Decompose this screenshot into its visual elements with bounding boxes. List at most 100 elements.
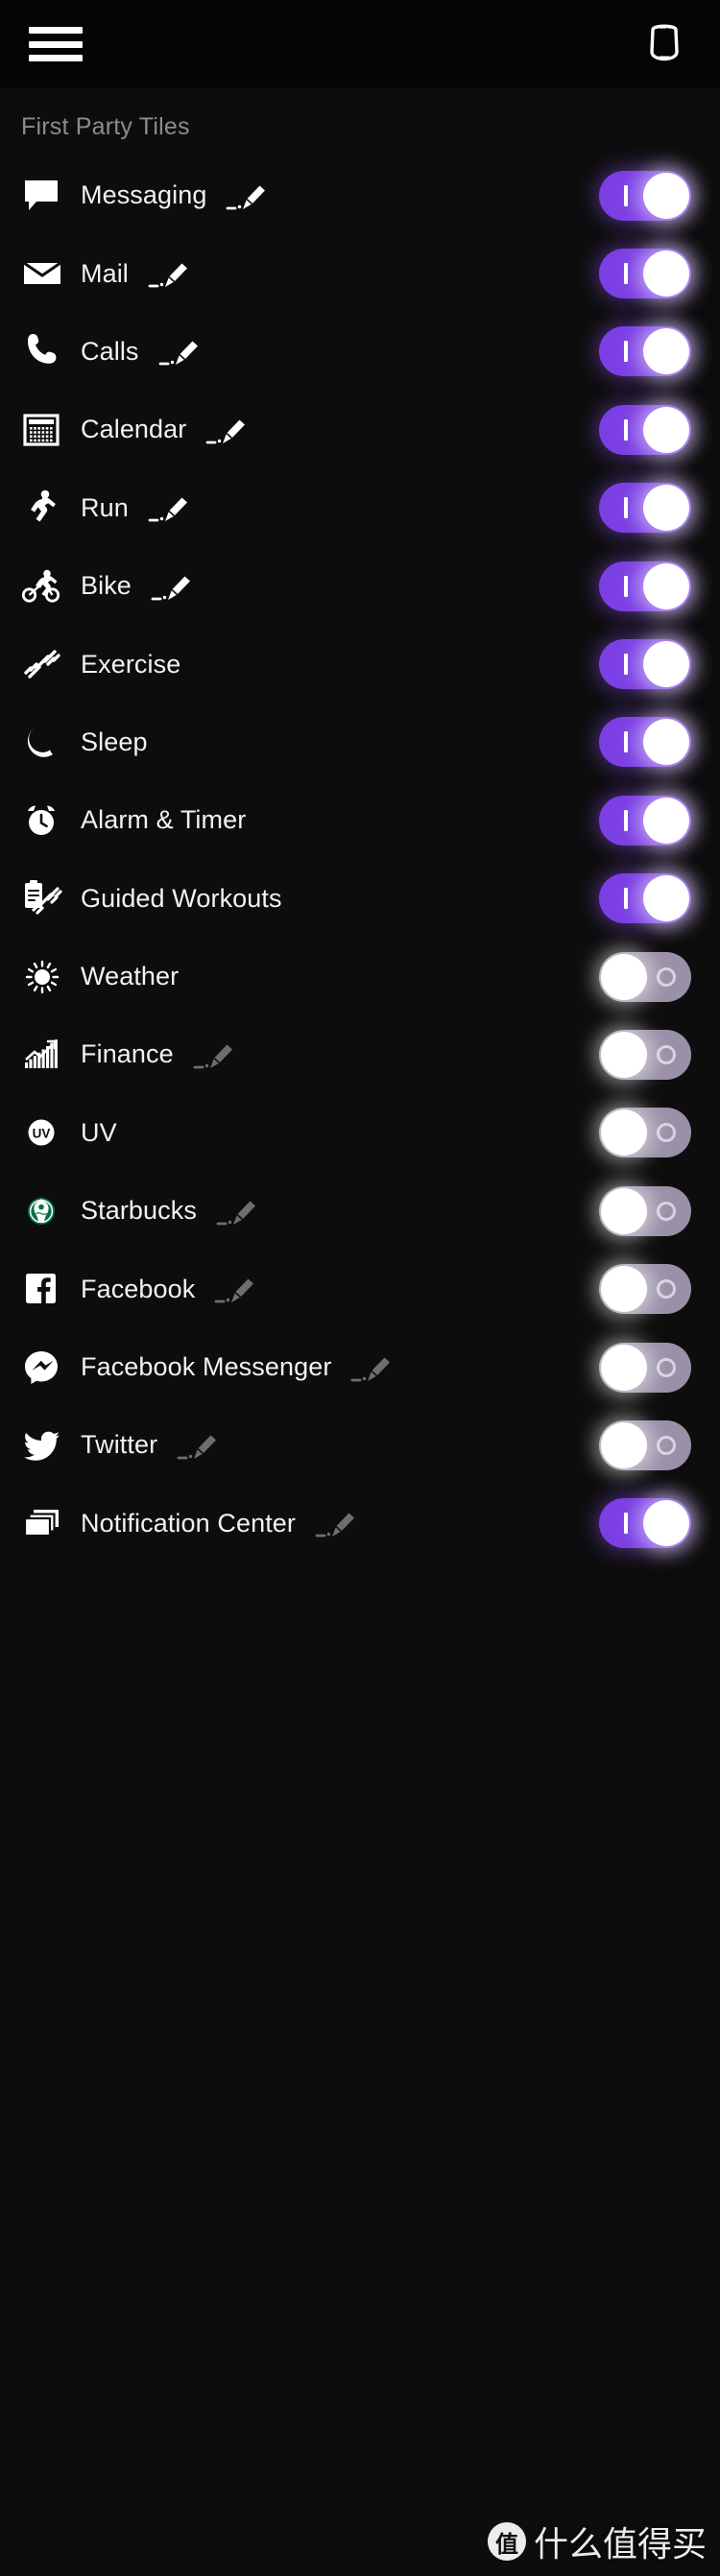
toggle-knob [643,797,689,844]
edit-pencil-icon [175,1426,219,1465]
toggle-knob [643,250,689,298]
toggle-state-glyph [657,1435,676,1455]
tile-row[interactable]: Calendar [0,391,720,468]
tile-row[interactable]: Messaging [0,156,720,234]
tile-row[interactable]: Weather [0,938,720,1015]
edit-pencil-icon [212,1270,256,1308]
edit-pencil-icon[interactable] [204,411,248,449]
tile-row[interactable]: Finance [0,1015,720,1093]
dumbbell-icon [21,639,81,689]
tile-toggle[interactable] [599,561,691,611]
tile-toggle[interactable] [599,404,691,455]
toggle-knob [601,1421,647,1468]
toggle-knob [643,875,689,922]
runner-icon [21,483,81,533]
crescent-moon-icon [21,717,81,767]
tile-label: Messaging [81,180,207,210]
svg-text:UV: UV [33,1127,51,1141]
toggle-state-glyph [657,1044,676,1064]
edit-pencil-icon[interactable] [224,177,268,215]
toggle-knob [643,562,689,609]
tile-row[interactable]: Exercise [0,625,720,703]
tile-toggle[interactable] [599,483,691,534]
tile-toggle[interactable] [599,951,691,1002]
tile-toggle[interactable] [599,1342,691,1393]
tile-toggle[interactable] [599,1029,691,1080]
sun-icon [21,952,81,1002]
calendar-icon [21,405,81,455]
hamburger-menu-icon[interactable] [29,24,83,64]
tile-label: Sleep [81,727,148,756]
toggle-state-glyph [657,1357,676,1377]
tile-toggle[interactable] [599,1185,691,1236]
toggle-state-glyph [657,1279,676,1300]
toggle-state-glyph [657,966,676,987]
alarm-clock-icon [21,796,81,846]
toggle-knob [601,1266,647,1313]
tile-toggle[interactable] [599,1419,691,1470]
message-bubble-icon [21,171,81,221]
tile-row[interactable]: Calls [0,313,720,391]
toggle-knob [643,406,689,453]
tile-row[interactable]: Starbucks [0,1172,720,1250]
toggle-state-glyph [657,1123,676,1143]
toggle-state-glyph [624,184,628,206]
toggle-state-glyph [624,1513,628,1535]
edit-pencil-icon[interactable] [146,254,190,293]
tile-toggle[interactable] [599,170,691,221]
toggle-knob [643,172,689,219]
tile-label: Calendar [81,415,187,444]
envelope-icon [21,249,81,298]
tile-toggle[interactable] [599,1498,691,1549]
tile-row[interactable]: Sleep [0,704,720,781]
tile-label: Bike [81,571,132,601]
tile-toggle[interactable] [599,795,691,846]
phone-icon [21,326,81,376]
clipboard-dumbbell-icon [21,873,81,923]
toggle-state-glyph [657,1201,676,1221]
toggle-state-glyph [624,263,628,285]
tile-label: UV [81,1117,117,1147]
tile-row[interactable]: Run [0,469,720,547]
tile-row[interactable]: Bike [0,547,720,625]
hamburger-bar [29,55,83,61]
edit-pencil-icon[interactable] [156,332,201,370]
tile-label: Starbucks [81,1196,197,1226]
section-title: First Party Tiles [21,113,190,140]
tile-row[interactable]: UV UV [0,1094,720,1172]
tile-row[interactable]: Facebook [0,1250,720,1327]
hamburger-bar [29,40,83,48]
toggle-state-glyph [624,888,628,910]
tile-row[interactable]: Mail [0,234,720,312]
toggle-state-glyph [624,341,628,363]
toggle-knob [643,641,689,688]
tile-toggle[interactable] [599,873,691,924]
edit-pencil-icon [191,1036,235,1074]
tile-row[interactable]: Guided Workouts [0,860,720,938]
tile-row[interactable]: Twitter [0,1406,720,1484]
tile-label: Notification Center [81,1508,297,1538]
facebook-logo-icon [21,1264,81,1314]
tile-label: Twitter [81,1430,158,1460]
tile-toggle[interactable] [599,717,691,768]
tile-label: Finance [81,1039,174,1069]
edit-pencil-icon[interactable] [146,489,190,527]
edit-pencil-icon[interactable] [149,567,193,606]
tile-row[interactable]: Notification Center [0,1485,720,1562]
toggle-knob [601,1031,647,1078]
toggle-state-glyph [624,731,628,753]
tile-toggle[interactable] [599,639,691,690]
tile-row[interactable]: Alarm & Timer [0,781,720,859]
band-device-icon[interactable] [637,17,691,71]
tile-label: Mail [81,258,129,288]
tile-toggle[interactable] [599,326,691,377]
stacked-cards-icon [21,1498,81,1548]
tile-toggle[interactable] [599,249,691,299]
tile-list: Messaging Mail Calls Calendar Run Bike Exercis… [0,156,720,1562]
toggle-knob [643,485,689,532]
tile-row[interactable]: Facebook Messenger [0,1328,720,1406]
tile-toggle[interactable] [599,1108,691,1158]
tile-toggle[interactable] [599,1264,691,1315]
toggle-knob [643,719,689,766]
hamburger-bar [29,27,83,34]
